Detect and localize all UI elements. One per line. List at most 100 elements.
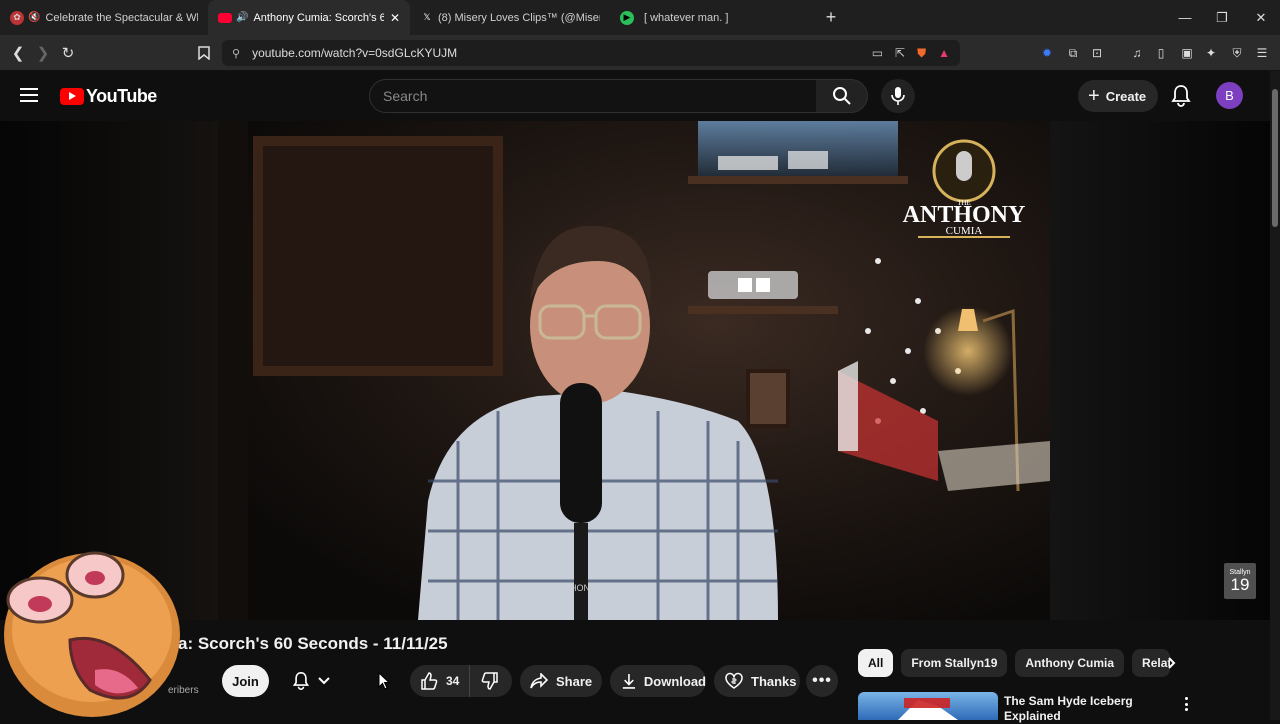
thanks-heart-icon	[725, 672, 743, 689]
recommended-menu-button[interactable]	[1180, 694, 1192, 714]
search-icon	[832, 87, 851, 105]
site-favicon-icon: ✿	[10, 10, 24, 25]
chip-from-channel[interactable]: From Stallyn19	[901, 649, 1008, 677]
reload-button[interactable]: ↻	[58, 43, 78, 63]
sticker-face-icon	[4, 551, 180, 717]
share-label: Share	[556, 673, 593, 689]
youtube-wordmark: YouTube	[86, 86, 157, 106]
close-tab-icon[interactable]: ✕	[390, 11, 400, 25]
thanks-button[interactable]: Thanks	[714, 665, 800, 697]
recommended-thumbnail[interactable]	[858, 692, 998, 720]
notification-bell-button[interactable]	[282, 665, 340, 697]
mouse-cursor-icon	[378, 672, 390, 690]
page-scrollbar[interactable]	[1270, 71, 1280, 720]
create-button[interactable]: + Create	[1078, 80, 1159, 112]
browser-tab-2[interactable]: 🔊 Anthony Cumia: Scorch's 60 S ✕	[208, 0, 410, 35]
more-horizontal-icon: •••	[812, 672, 832, 689]
browser-tab-1[interactable]: ✿ 🔇 Celebrate the Spectacular & Whi	[0, 0, 208, 35]
address-bar-row: ❮ ❯ ↻ ⚲ youtube.com/watch?v=0sdGLcKYUJM …	[0, 35, 1280, 71]
new-tab-button[interactable]: +	[816, 7, 846, 28]
thanks-label: Thanks	[751, 673, 797, 689]
media-icon[interactable]: ♫	[1129, 45, 1145, 61]
chevron-down-icon	[318, 677, 330, 685]
like-button[interactable]: 34	[410, 665, 470, 697]
x-favicon-icon: 𝕏	[423, 12, 431, 22]
more-actions-button[interactable]: •••	[806, 665, 838, 697]
browser-tab-4[interactable]: ▶ [ whatever man. ]	[610, 0, 816, 35]
tab-title: Anthony Cumia: Scorch's 60 S	[253, 11, 384, 24]
mic-badge-text: HONY	[570, 583, 596, 593]
tab-title: Celebrate the Spectacular & Whi	[45, 11, 198, 24]
sidebar-icon[interactable]: ▯	[1153, 45, 1169, 61]
scrollbar-thumb[interactable]	[1272, 89, 1278, 227]
watermark-number: 19	[1230, 575, 1250, 594]
muted-speaker-icon[interactable]: 🔇	[28, 12, 40, 23]
guide-menu-icon[interactable]	[20, 88, 38, 102]
chip-anthony-cumia[interactable]: Anthony Cumia	[1015, 649, 1125, 677]
create-label: Create	[1105, 88, 1147, 104]
chip-all[interactable]: All	[858, 649, 894, 677]
voice-search-button[interactable]	[881, 79, 915, 113]
vpn-icon[interactable]: ⛨	[1229, 45, 1245, 61]
video-player[interactable]: HONY THE ANTHONY CUMIA Stallyn 19	[0, 121, 1270, 620]
thumbs-up-icon	[421, 672, 438, 690]
cast-icon[interactable]: ▭	[872, 46, 883, 60]
like-dislike-group: 34	[410, 665, 512, 697]
share-icon	[530, 673, 548, 689]
video-scene: HONY THE ANTHONY CUMIA	[218, 121, 1050, 620]
chips-next-button[interactable]	[1160, 651, 1184, 675]
more-vertical-icon	[1184, 697, 1188, 700]
video-title: a: Scorch's 60 Seconds - 11/11/25	[178, 634, 448, 653]
url-field[interactable]: ⚲ youtube.com/watch?v=0sdGLcKYUJM ▭ ⇱ ⛊ …	[222, 40, 960, 66]
youtube-favicon-icon	[218, 12, 232, 23]
youtube-play-icon	[60, 88, 84, 105]
restore-button[interactable]: ❐	[1203, 0, 1241, 35]
brand-line3-text: CUMIA	[946, 225, 983, 237]
leo-ai-icon[interactable]: ✦	[1203, 45, 1219, 61]
search-button[interactable]	[816, 79, 868, 113]
wallet-icon[interactable]: ▣	[1179, 45, 1195, 61]
like-count: 34	[446, 674, 460, 688]
menu-icon[interactable]: ☰	[1254, 45, 1270, 61]
iceberg-thumbnail	[898, 698, 958, 720]
video-frame[interactable]: HONY THE ANTHONY CUMIA	[218, 121, 1050, 620]
extension-blue-icon[interactable]: ✹	[1039, 45, 1055, 61]
play-favicon-icon: ▶	[620, 10, 634, 25]
account-avatar[interactable]: B	[1216, 82, 1243, 109]
minimize-button[interactable]: —	[1166, 0, 1204, 35]
tab-title: [ whatever man. ]	[644, 11, 729, 24]
speaker-icon[interactable]: 🔊	[236, 12, 248, 23]
chevron-right-icon	[1168, 657, 1176, 669]
brave-shield-icon[interactable]: ⛊	[917, 46, 926, 61]
download-icon	[622, 674, 636, 689]
youtube-logo[interactable]: YouTube	[60, 86, 157, 107]
site-info-icon[interactable]: ⚲	[232, 47, 240, 60]
channel-watermark[interactable]: Stallyn 19	[1224, 563, 1256, 599]
plus-icon: +	[1088, 85, 1100, 107]
search-input[interactable]: Search	[369, 79, 817, 113]
download-label: Download	[643, 673, 706, 689]
close-window-button[interactable]: ✕	[1242, 0, 1280, 35]
youtube-header: YouTube Search + Create B	[0, 71, 1270, 121]
back-button[interactable]: ❮	[8, 43, 28, 63]
share-page-icon[interactable]: ⇱	[895, 46, 905, 60]
player-right-backdrop	[1050, 121, 1270, 620]
thumbs-down-icon	[481, 672, 498, 690]
browser-tab-bar: ✿ 🔇 Celebrate the Spectacular & Whi 🔊 An…	[0, 0, 1280, 35]
browser-tab-3[interactable]: 𝕏 (8) Misery Loves Clips™ (@MiseryClip	[410, 0, 610, 35]
share-button[interactable]: Share	[520, 665, 602, 697]
extensions-icon[interactable]: ⧉	[1065, 45, 1081, 61]
notifications-button[interactable]	[1170, 84, 1192, 108]
rewards-icon[interactable]: ▲	[938, 46, 950, 60]
dislike-button[interactable]	[470, 672, 510, 690]
url-text: youtube.com/watch?v=0sdGLcKYUJM	[252, 46, 458, 60]
screenshot-icon[interactable]: ⊡	[1089, 45, 1105, 61]
bell-icon	[1171, 85, 1191, 107]
bookmark-icon[interactable]	[194, 43, 214, 63]
tab-title: (8) Misery Loves Clips™ (@MiseryClip	[438, 11, 600, 24]
forward-button[interactable]: ❯	[33, 43, 53, 63]
join-button[interactable]: Join	[222, 665, 269, 697]
microphone-icon	[891, 87, 905, 105]
download-button[interactable]: Download	[610, 665, 706, 697]
search-placeholder: Search	[383, 88, 428, 104]
